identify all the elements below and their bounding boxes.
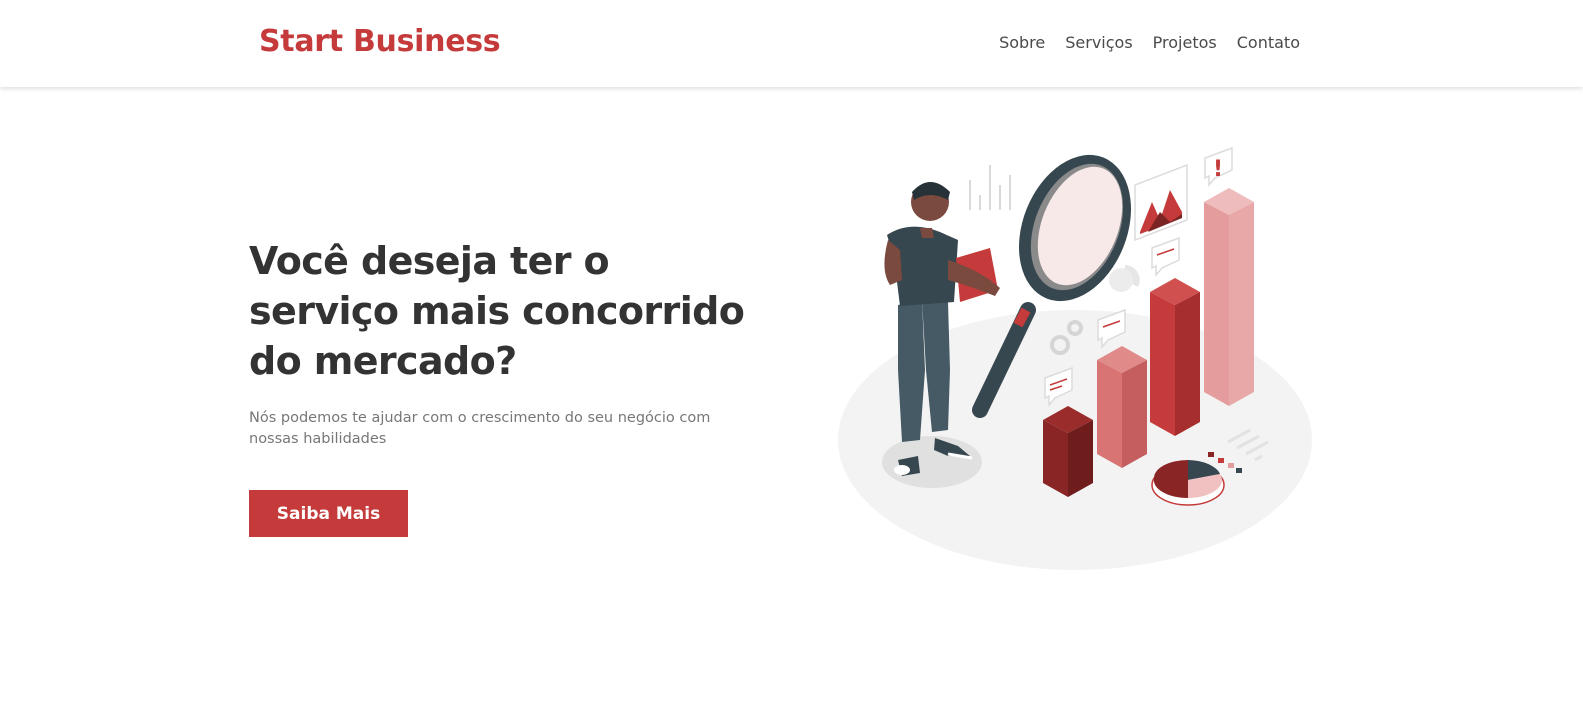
nav-links: Sobre Serviços Projetos Contato	[999, 33, 1300, 52]
pie-chart	[1151, 460, 1225, 506]
saiba-mais-button[interactable]: Saiba Mais	[249, 490, 408, 537]
nav-link-sobre[interactable]: Sobre	[999, 33, 1045, 52]
bar-red	[1150, 278, 1200, 436]
faint-bar-chart-icon	[969, 165, 1011, 210]
pie-outline-icon	[1109, 265, 1140, 292]
svg-text:!: !	[1213, 157, 1223, 182]
nav-link-servicos[interactable]: Serviços	[1065, 33, 1132, 52]
shadow-ellipse	[882, 436, 982, 488]
bar-pink	[1204, 188, 1254, 406]
analytics-illustration: !	[838, 146, 1312, 570]
bar-light-red	[1097, 346, 1147, 468]
navbar: Start Business Sobre Serviços Projetos C…	[0, 0, 1583, 87]
nav-link-contato[interactable]: Contato	[1237, 33, 1300, 52]
bar-dark-red	[1043, 406, 1093, 497]
hero-subtitle: Nós podemos te ajudar com o crescimento …	[249, 410, 711, 447]
mountain-chart-card	[1134, 163, 1188, 242]
nav-link-projetos[interactable]: Projetos	[1153, 33, 1217, 52]
hero-title: Você deseja ter o serviço mais concorrid…	[249, 239, 745, 383]
brand-logo[interactable]: Start Business	[259, 24, 501, 59]
